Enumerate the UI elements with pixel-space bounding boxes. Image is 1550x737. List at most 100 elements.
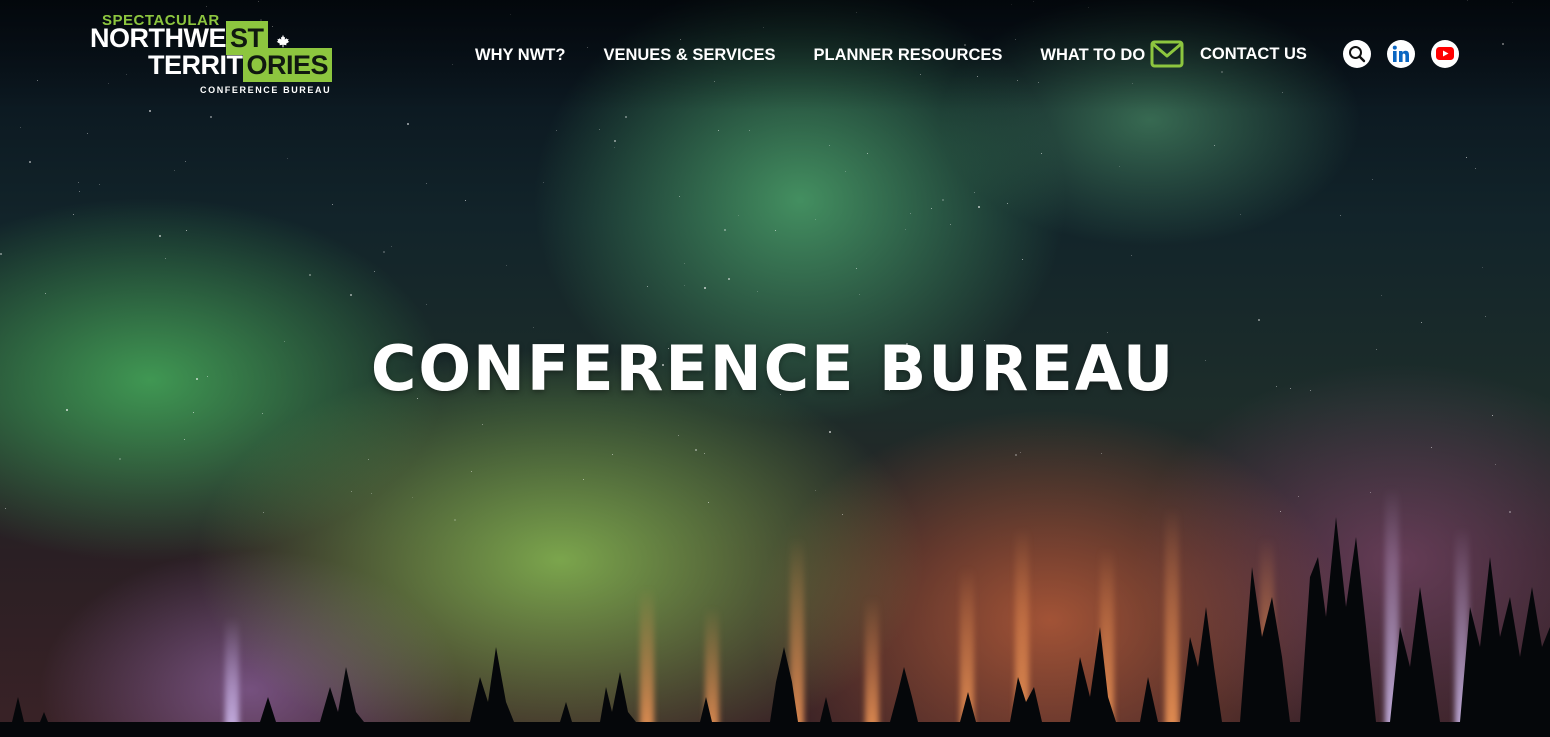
star — [1421, 322, 1422, 323]
nav-venues-services[interactable]: VENUES & SERVICES — [603, 46, 775, 65]
logo-text: NORTHWE — [90, 23, 226, 53]
star — [1340, 215, 1341, 216]
contact-us-label: CONTACT US — [1200, 44, 1307, 63]
logo-subtitle: CONFERENCE BUREAU — [200, 85, 332, 95]
star — [625, 116, 627, 118]
star — [815, 219, 816, 220]
star — [749, 130, 750, 131]
star — [79, 191, 80, 192]
star — [426, 304, 427, 305]
star — [185, 161, 186, 162]
star — [29, 161, 31, 163]
star — [1020, 452, 1021, 453]
star — [815, 490, 816, 491]
star — [1482, 267, 1483, 268]
star — [695, 449, 697, 451]
star — [684, 263, 685, 264]
linkedin-button[interactable] — [1387, 40, 1415, 68]
maple-leaf-icon — [276, 34, 290, 48]
star — [99, 184, 100, 185]
search-button[interactable] — [1343, 40, 1371, 68]
star — [350, 294, 352, 296]
star — [332, 204, 333, 205]
star — [757, 291, 758, 292]
star — [533, 327, 534, 328]
star — [1101, 453, 1102, 454]
star — [599, 129, 600, 130]
star — [174, 170, 175, 171]
star — [45, 293, 46, 294]
star — [647, 286, 648, 287]
star — [1041, 153, 1042, 154]
star — [465, 200, 466, 201]
star — [1214, 145, 1215, 146]
star — [383, 251, 385, 253]
star — [186, 230, 187, 231]
star — [583, 479, 584, 480]
star — [149, 110, 151, 112]
youtube-button[interactable] — [1431, 40, 1459, 68]
star — [1370, 492, 1371, 493]
star — [950, 224, 951, 225]
treeline — [0, 517, 1550, 737]
nav-what-to-do[interactable]: WHAT TO DO — [1040, 46, 1145, 65]
site-logo[interactable]: SPECTACULAR NORTHWE ST TERRIT ORIES CONFER… — [90, 12, 340, 98]
star — [119, 458, 121, 460]
star — [1475, 168, 1476, 169]
star — [704, 287, 706, 289]
star — [471, 471, 472, 472]
hero-title-text: CONFERENCE BUREAU — [370, 332, 1176, 405]
nav-why-nwt[interactable]: WHY NWT? — [475, 46, 565, 65]
star — [978, 206, 980, 208]
star — [718, 130, 719, 131]
star — [1485, 316, 1486, 317]
star — [1492, 415, 1493, 416]
site-header: SPECTACULAR NORTHWE ST TERRIT ORIES CONFER… — [0, 0, 1550, 110]
star — [614, 147, 615, 148]
star — [1381, 295, 1382, 296]
star — [678, 435, 679, 436]
linkedin-icon — [1392, 45, 1409, 62]
star — [368, 459, 369, 460]
star — [193, 412, 194, 413]
star — [1258, 319, 1260, 321]
star — [910, 213, 911, 214]
star — [867, 153, 868, 154]
star — [87, 133, 88, 134]
star — [184, 439, 185, 440]
star — [391, 246, 392, 247]
contact-us-link[interactable]: CONTACT US — [1150, 40, 1307, 68]
star — [351, 491, 352, 492]
star — [1431, 447, 1432, 448]
youtube-icon — [1436, 47, 1454, 60]
main-nav: WHY NWT? VENUES & SERVICES PLANNER RESOU… — [475, 44, 1183, 66]
star — [1495, 464, 1496, 465]
star — [942, 199, 944, 201]
star — [426, 183, 427, 184]
star — [684, 285, 685, 286]
star — [905, 229, 906, 230]
star — [931, 208, 932, 209]
star — [556, 130, 557, 131]
star — [159, 235, 161, 237]
star — [974, 192, 975, 193]
star — [829, 431, 831, 433]
star — [775, 230, 776, 231]
star — [1372, 179, 1373, 180]
star — [262, 413, 263, 414]
star — [309, 274, 311, 276]
star — [1240, 214, 1241, 215]
logo-text-highlight: ORIES — [242, 48, 333, 82]
star — [728, 278, 730, 280]
nav-planner-resources[interactable]: PLANNER RESOURCES — [814, 46, 1003, 65]
search-icon — [1349, 46, 1366, 63]
star — [73, 214, 74, 215]
star — [287, 158, 288, 159]
star — [543, 182, 544, 183]
star — [374, 271, 375, 272]
star — [1119, 166, 1120, 167]
logo-line-2: TERRIT ORIES — [148, 48, 333, 82]
star — [724, 229, 726, 231]
star — [612, 454, 613, 455]
star — [165, 258, 166, 259]
